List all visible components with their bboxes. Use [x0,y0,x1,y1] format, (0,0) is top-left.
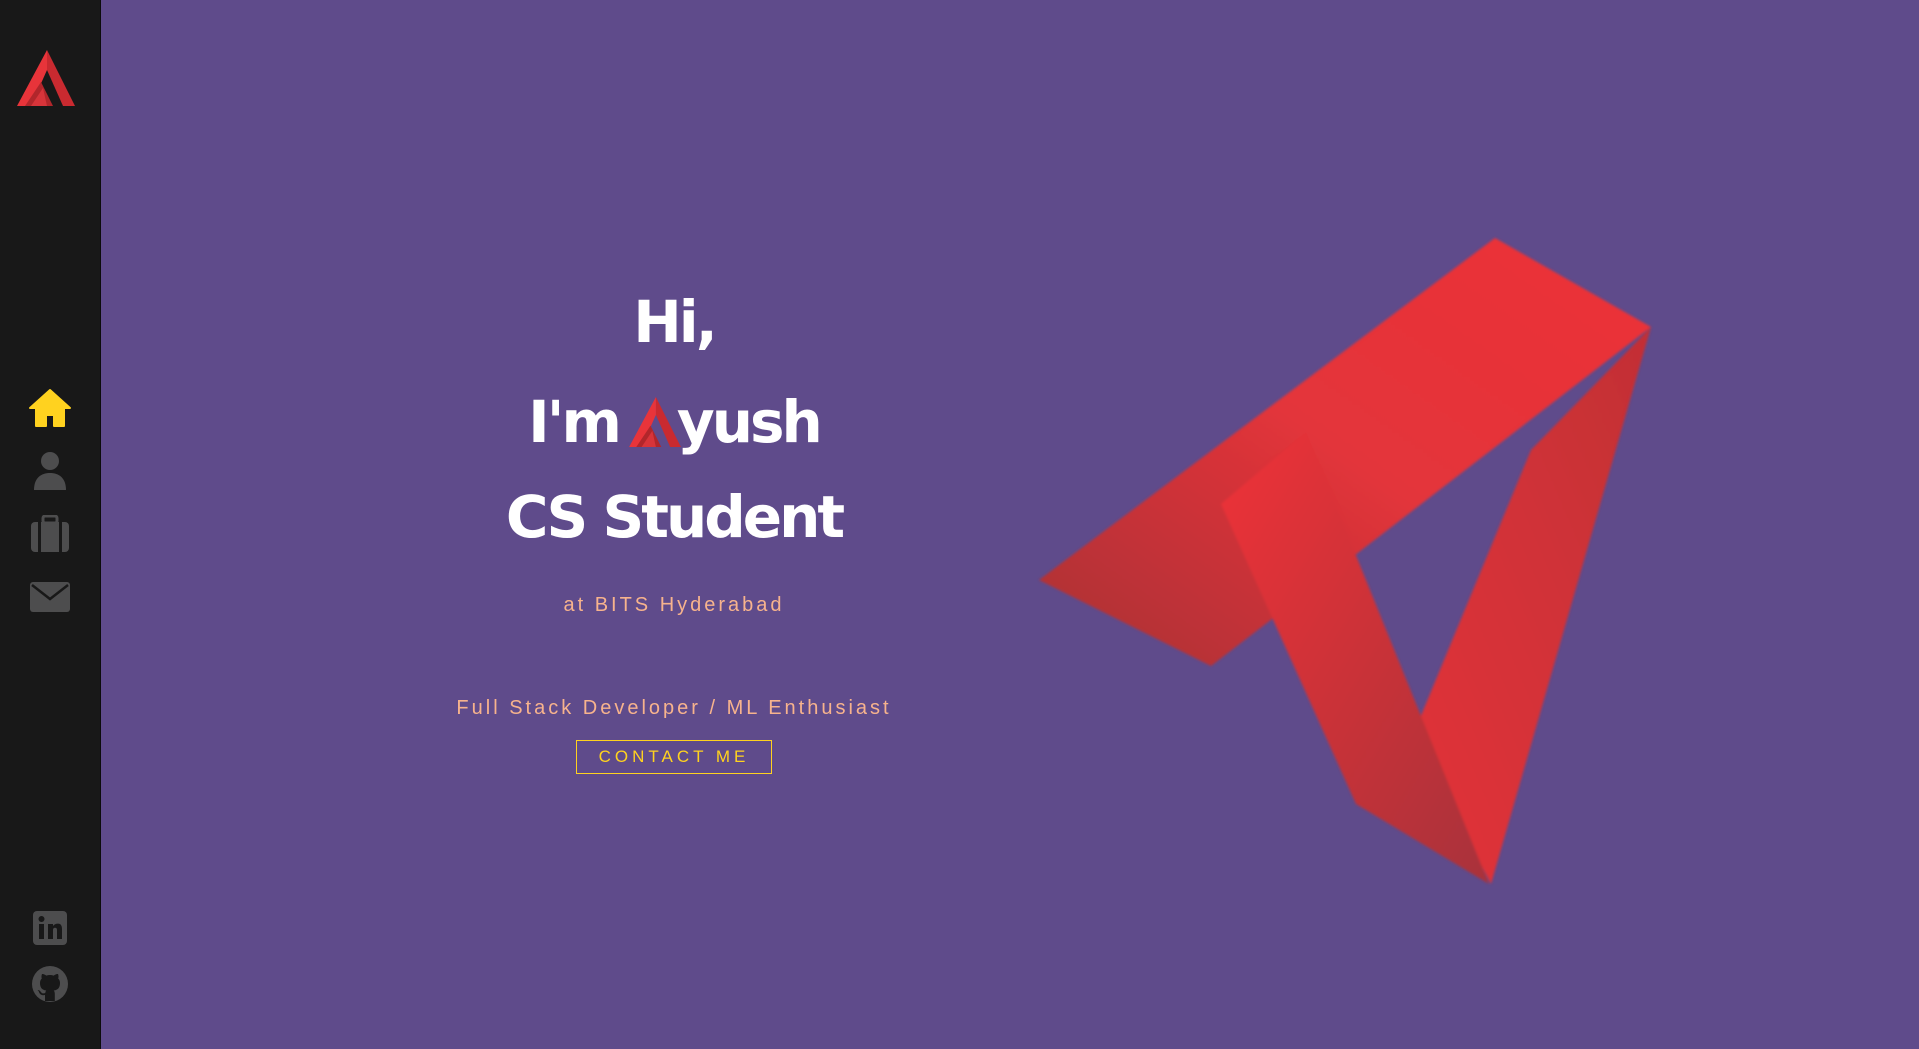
intro-prefix: I'm [528,388,622,456]
sidebar [0,0,101,1049]
linkedin-link[interactable] [0,900,100,956]
social-links [0,900,100,1012]
home-logo-link[interactable] [17,50,75,106]
github-link[interactable] [0,956,100,1012]
contact-me-button[interactable]: CONTACT ME [575,740,773,774]
github-icon [32,966,68,1002]
subtitle: at BITS Hyderabad [563,594,785,616]
linkedin-icon [33,911,67,945]
user-icon [34,451,66,490]
ayush-logo-icon [17,50,75,106]
main-nav [0,376,100,628]
briefcase-icon [31,514,69,552]
greeting-heading: Hi, [633,288,717,356]
page: Hi, I'm yush CS Student at BITS Hyderaba… [0,0,1919,1049]
nav-item-contact[interactable] [0,565,100,628]
hero: Hi, I'm yush CS Student at BITS Hyderaba… [349,272,999,774]
envelope-icon [30,581,70,612]
role-heading: CS Student [505,483,845,551]
tagline: Full Stack Developer / ML Enthusiast [456,697,892,719]
name-heading: I'm yush [349,372,999,472]
nav-item-home[interactable] [0,376,100,439]
3d-logo-graphic [1039,238,1651,884]
main-content: Hi, I'm yush CS Student at BITS Hyderaba… [101,0,1919,1049]
name-initial-logo-icon [629,397,681,447]
name-rest: yush [676,388,823,456]
home-icon [29,388,71,427]
nav-item-about[interactable] [0,439,100,502]
nav-item-portfolio[interactable] [0,502,100,565]
